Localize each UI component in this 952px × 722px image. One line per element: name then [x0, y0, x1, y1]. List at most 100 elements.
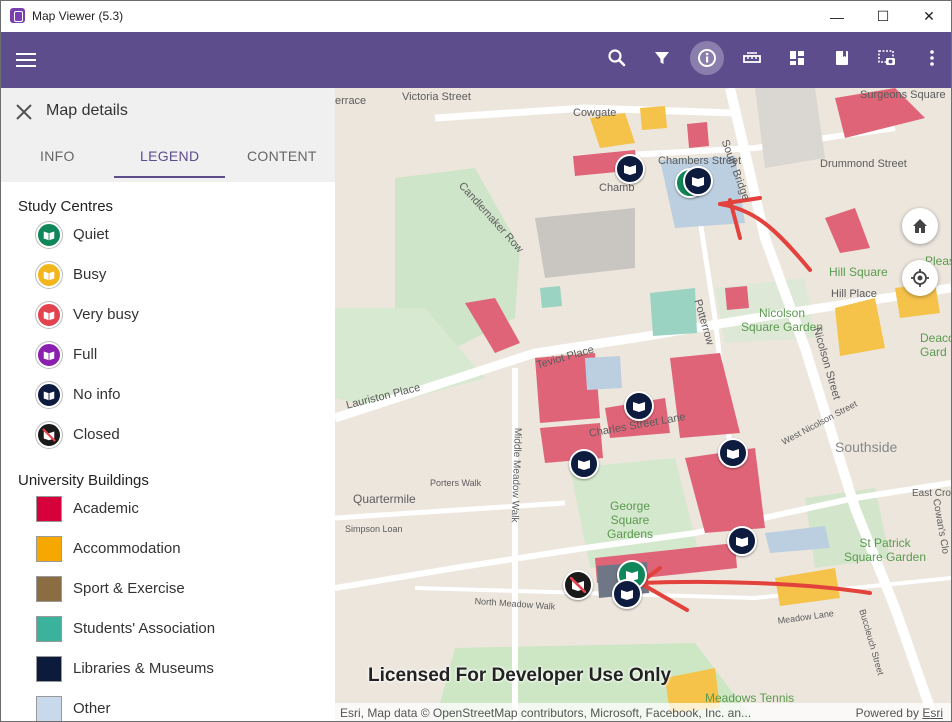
map-label: Southside: [835, 439, 898, 455]
legend-label: Sport & Exercise: [73, 580, 185, 597]
close-window-button[interactable]: ✕: [906, 1, 951, 32]
study-centre-closed-icon: [36, 422, 62, 448]
panel-header: Map details INFO LEGEND CONTENT: [1, 88, 335, 182]
study-centre-quiet-icon: [36, 222, 62, 248]
map-label: Deaco Gard: [920, 331, 951, 359]
study-centre-pin[interactable]: [624, 391, 654, 421]
esri-link[interactable]: Esri: [922, 706, 943, 720]
other-swatch: [36, 696, 62, 721]
legend-label: Full: [73, 346, 98, 363]
map-label: Cowgate: [573, 107, 617, 119]
sport-swatch: [36, 576, 62, 602]
legend-label: Academic: [73, 500, 139, 517]
legend-item-accommodation: Accommodation: [34, 534, 324, 564]
legend-label: Busy: [73, 266, 107, 283]
tab-info[interactable]: INFO: [40, 148, 75, 164]
legend-group-title: University Buildings: [18, 472, 149, 489]
map-label: Simpson Loan: [345, 524, 403, 534]
map-view[interactable]: errace Victoria Street Cowgate South Bri…: [335, 88, 951, 721]
legend-item-very-busy: Very busy: [34, 300, 324, 330]
hamburger-icon[interactable]: [16, 53, 36, 67]
window-title: Map Viewer (5.3): [32, 9, 124, 23]
panel-title: Map details: [46, 102, 128, 119]
study-centre-busy-icon: [36, 262, 62, 288]
powered-by: Powered by Esri: [856, 706, 943, 720]
building-grey: [535, 208, 635, 278]
map-attribution: Esri, Map data © OpenStreetMap contribut…: [335, 703, 951, 721]
academic-swatch: [36, 496, 62, 522]
map-label: errace: [335, 95, 367, 107]
legend-item-libraries: Libraries & Museums: [34, 654, 324, 684]
measure-icon[interactable]: [735, 41, 769, 75]
road: [725, 88, 940, 721]
more-vert-icon[interactable]: [915, 41, 949, 75]
minimize-button[interactable]: —: [814, 1, 860, 32]
app-bar: [1, 32, 951, 88]
legend-item-closed: Closed: [34, 420, 324, 450]
legend-label: No info: [73, 386, 121, 403]
legend-label: Other: [73, 700, 111, 717]
legend-item-sport: Sport & Exercise: [34, 574, 324, 604]
legend-item-students-association: Students' Association: [34, 614, 324, 644]
locate-icon: [911, 269, 929, 287]
students-association-building: [540, 286, 562, 308]
tab-content[interactable]: CONTENT: [247, 148, 317, 164]
map-label: Drummond Street: [820, 158, 907, 170]
study-centre-full-icon: [36, 342, 62, 368]
map-label: East Cros: [912, 488, 951, 499]
accommodation-swatch: [36, 536, 62, 562]
legend-item-other: Other: [34, 694, 324, 721]
study-centre-pin[interactable]: [612, 579, 642, 609]
study-centre-pin-closed[interactable]: [563, 570, 593, 600]
study-centre-pin[interactable]: [683, 166, 713, 196]
legend-group-title: Study Centres: [18, 198, 114, 215]
study-centre-pin[interactable]: [718, 438, 748, 468]
maximize-button[interactable]: ☐: [860, 1, 906, 32]
legend-label: Closed: [73, 426, 120, 443]
filter-icon[interactable]: [645, 41, 679, 75]
map-label: Hill Place: [831, 288, 877, 300]
app-window: Map Viewer (5.3) — ☐ ✕ Map details INFO …: [0, 0, 952, 722]
close-panel-icon[interactable]: [14, 102, 34, 122]
legend-label: Quiet: [73, 226, 109, 243]
powered-by-text: Powered by: [855, 706, 919, 720]
students-association-swatch: [36, 616, 62, 642]
locate-button[interactable]: [902, 260, 938, 296]
app-icon: [10, 8, 25, 23]
home-icon: [913, 219, 927, 233]
attribution-text: Esri, Map data © OpenStreetMap contribut…: [340, 706, 752, 720]
map-label: St Patrick Square Garden: [843, 536, 927, 564]
map-label: Porters Walk: [430, 478, 482, 488]
study-centre-pin[interactable]: [569, 449, 599, 479]
building-grey: [755, 88, 825, 168]
map-label: Quartermile: [353, 492, 416, 506]
home-button[interactable]: [902, 208, 938, 244]
legend-label: Libraries & Museums: [73, 660, 214, 677]
search-icon[interactable]: [600, 41, 634, 75]
bookmark-icon[interactable]: [825, 41, 859, 75]
study-centre-pin[interactable]: [727, 526, 757, 556]
study-centre-no-info-icon: [36, 382, 62, 408]
study-centre-pin[interactable]: [615, 154, 645, 184]
legend-item-no-info: No info: [34, 380, 324, 410]
libraries-swatch: [36, 656, 62, 682]
map-label: Victoria Street: [402, 91, 471, 103]
map-label: George Square Gardens: [606, 499, 654, 541]
legend-label: Very busy: [73, 306, 139, 323]
map-label: Surgeons Square: [860, 89, 946, 101]
legend-item-quiet: Quiet: [34, 220, 324, 250]
map-label: Hill Square: [829, 265, 888, 279]
title-bar: Map Viewer (5.3) — ☐ ✕: [1, 1, 951, 32]
legend-label: Students' Association: [73, 620, 216, 637]
developer-watermark: Licensed For Developer Use Only: [368, 665, 672, 686]
study-centre-very-busy-icon: [36, 302, 62, 328]
tab-legend[interactable]: LEGEND: [140, 148, 199, 164]
active-tab-indicator: [114, 176, 225, 178]
screenshot-icon[interactable]: [870, 41, 904, 75]
students-association-building: [650, 288, 697, 336]
info-icon[interactable]: [690, 41, 724, 75]
legend-item-busy: Busy: [34, 260, 324, 290]
map-details-panel: Map details INFO LEGEND CONTENT Study Ce…: [1, 88, 335, 721]
legend-label: Accommodation: [73, 540, 181, 557]
basemap-gallery-icon[interactable]: [780, 41, 814, 75]
